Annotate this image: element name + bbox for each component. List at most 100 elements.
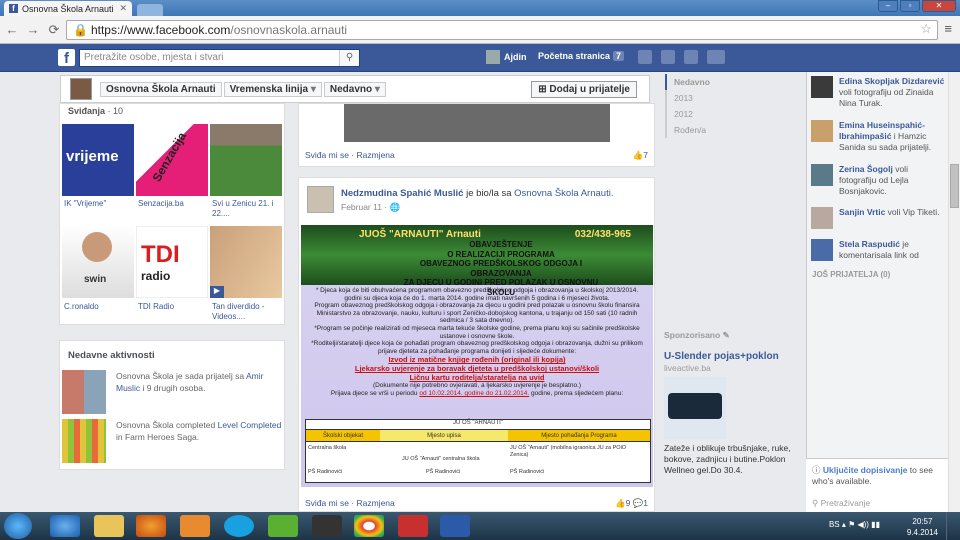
media-player-icon[interactable]	[180, 515, 210, 537]
page-name-link[interactable]: Osnovna Škola Arnauti	[100, 81, 222, 97]
ticker-item[interactable]: Edina Skopljak Dizdarević voli fotografi…	[811, 76, 945, 109]
maximize-button[interactable]: ▫	[900, 0, 920, 12]
search-placeholder: Pretražite osobe, mjesta i stvari	[84, 52, 224, 63]
tab-close-icon[interactable]: ✕	[119, 3, 127, 14]
scrollbar-thumb[interactable]	[950, 164, 959, 208]
like-label-zenica[interactable]: Svi u Zenicu 21. i 22....	[212, 199, 286, 219]
poster-school: JUOŠ "ARNAUTI" Arnauti	[359, 229, 481, 240]
search-icon[interactable]: ⚲	[339, 50, 359, 66]
table-header: Mjesto upisa	[380, 430, 508, 442]
recent-dropdown[interactable]: Nedavno	[323, 81, 386, 97]
home-link[interactable]: Početna stranica 7	[538, 51, 625, 61]
activity-thumb[interactable]	[62, 370, 106, 414]
activity-link[interactable]: Level Completed	[218, 420, 282, 430]
like-label-video[interactable]: Tan diverdido - Videos....	[212, 302, 286, 322]
likes-count: 10	[113, 106, 124, 116]
bookmark-star-icon[interactable]: ☆	[920, 21, 932, 37]
enable-chat-link[interactable]: Uključite dopisivanje	[823, 465, 908, 475]
reload-icon[interactable]: ⟳	[45, 22, 63, 38]
page-scrollbar[interactable]	[948, 72, 960, 512]
timeline-year-born[interactable]: Rođen/a	[667, 122, 725, 138]
start-button-icon[interactable]	[4, 513, 32, 539]
address-bar[interactable]: 🔒 https://www.facebook.com/osnovnaskola.a…	[66, 20, 938, 40]
post-photo[interactable]: JUOŠ "ARNAUTI" Arnauti 032/438-965 OBAVJ…	[301, 225, 653, 487]
chrome-icon[interactable]	[354, 515, 384, 537]
friend-requests-icon[interactable]	[638, 50, 652, 64]
language-indicator[interactable]: BS	[829, 520, 840, 529]
like-label-ronaldo[interactable]: C.ronaldo	[64, 302, 138, 312]
page-link[interactable]: Osnovna Škola Arnauti.	[514, 188, 613, 199]
fb-search-input[interactable]: Pretražite osobe, mjesta i stvari ⚲	[79, 49, 360, 67]
like-label-tdi[interactable]: TDI Radio	[138, 302, 212, 312]
post-image[interactable]	[344, 104, 610, 142]
close-window-button[interactable]: ✕	[922, 0, 956, 12]
more-friends-label[interactable]: JOŠ PRIJATELJA (0)	[812, 270, 890, 279]
post-counts[interactable]: 👍9 💬1	[615, 498, 648, 509]
create-ad-icon[interactable]: ✎	[723, 330, 730, 340]
ticker-avatar	[811, 207, 833, 229]
back-arrow-icon[interactable]: ←	[3, 22, 21, 37]
poster-phone: 032/438-965	[574, 229, 631, 240]
firefox-icon[interactable]	[136, 515, 166, 537]
author-link[interactable]: Nedzmudina Spahić Muslić	[341, 188, 463, 199]
ticker-avatar	[811, 76, 833, 98]
ticker-item[interactable]: Zerina Šogolj voli fotografiju od Lejla …	[811, 164, 945, 197]
page-avatar[interactable]	[70, 78, 92, 100]
post-like-count[interactable]: 👍7	[633, 150, 648, 161]
ad-url[interactable]: liveactive.ba	[664, 363, 799, 373]
recent-activity-box: Nedavne aktivnosti Osnovna Škola je sada…	[59, 340, 285, 470]
notifications-globe-icon[interactable]	[684, 50, 698, 64]
profile-link[interactable]: Ajdin	[486, 50, 527, 64]
like-thumb-ronaldo[interactable]: swin	[62, 226, 134, 298]
powerpoint-icon[interactable]	[398, 515, 428, 537]
post-actions[interactable]: Sviđa mi se · Razmjena	[305, 150, 395, 160]
like-thumb-video[interactable]: ▶	[210, 226, 282, 298]
add-friend-button[interactable]: ⊞ Dodaj u prijatelje	[531, 81, 637, 98]
messages-icon[interactable]	[661, 50, 675, 64]
ticker-item[interactable]: Sanjin Vrtic voli Vip Tiketi.	[811, 207, 945, 229]
file-explorer-icon[interactable]	[94, 515, 124, 537]
table-cell: PŠ Radinovići	[426, 469, 461, 475]
activity-thumb[interactable]	[62, 419, 106, 463]
likes-box: Sviđanja · 10 vrijeme Senzacija IK "Vrij…	[59, 103, 285, 325]
ad-title-link[interactable]: U-Slender pojas+poklon	[664, 351, 799, 363]
like-thumb-vrijeme[interactable]: vrijeme	[62, 124, 134, 196]
chrome-menu-icon[interactable]: ≡	[944, 21, 952, 36]
facebook-logo-icon[interactable]: f	[58, 49, 75, 67]
movie-maker-icon[interactable]	[312, 515, 342, 537]
table-cell: JU OŠ "Arnauti" centralna škola	[402, 456, 480, 462]
like-thumb-tdi[interactable]: TDI radio	[136, 226, 208, 298]
post-actions[interactable]: Sviđa mi se · Razmjena	[305, 498, 395, 508]
clock[interactable]: 20:57 9.4.2014	[907, 516, 938, 538]
likes-title[interactable]: Sviđanja · 10	[68, 106, 123, 116]
forward-arrow-icon[interactable]: →	[24, 22, 42, 37]
like-label-vrijeme[interactable]: IK "Vrijeme"	[64, 199, 138, 209]
timeline-year-recent[interactable]: Nedavno	[665, 74, 725, 90]
word-icon[interactable]	[440, 515, 470, 537]
skype-icon[interactable]	[224, 515, 254, 537]
chat-search-input[interactable]: ⚲ Pretraživanje	[812, 498, 870, 509]
timeline-dropdown[interactable]: Vremenska linija	[223, 81, 322, 97]
like-thumb-senzacija[interactable]: Senzacija	[136, 124, 208, 196]
minimize-button[interactable]: –	[878, 0, 898, 12]
ticker-avatar	[811, 164, 833, 186]
activity-text: Osnovna Škola je sada prijatelj sa Amir …	[116, 371, 264, 393]
home-count-badge: 7	[613, 51, 625, 61]
ticker-item[interactable]: Stela Raspudić je komentarisala link od	[811, 239, 945, 261]
like-label-senzacija[interactable]: Senzacija.ba	[138, 199, 212, 209]
author-avatar[interactable]	[307, 186, 334, 213]
settings-icon[interactable]	[707, 50, 725, 64]
browser-tab[interactable]: f Osnovna Škola Arnauti ✕	[4, 1, 132, 16]
tab-title: Osnovna Škola Arnauti	[22, 3, 114, 14]
internet-explorer-icon[interactable]	[50, 515, 80, 537]
timeline-year-2012[interactable]: 2012	[667, 106, 725, 122]
utorrent-icon[interactable]	[268, 515, 298, 537]
chat-notice: ⓘ Uključite dopisivanje to see who's ava…	[812, 465, 933, 486]
ticker-item[interactable]: Emina Huseinspahić-Ibrahimpašić i Hamzic…	[811, 120, 945, 153]
new-tab-button[interactable]	[137, 4, 163, 16]
ad-image[interactable]	[664, 377, 726, 439]
post-date[interactable]: Februar 11 · 🌐	[341, 202, 400, 213]
like-thumb-stadium[interactable]	[210, 124, 282, 196]
timeline-year-2013[interactable]: 2013	[667, 90, 725, 106]
show-desktop-button[interactable]	[946, 512, 960, 540]
